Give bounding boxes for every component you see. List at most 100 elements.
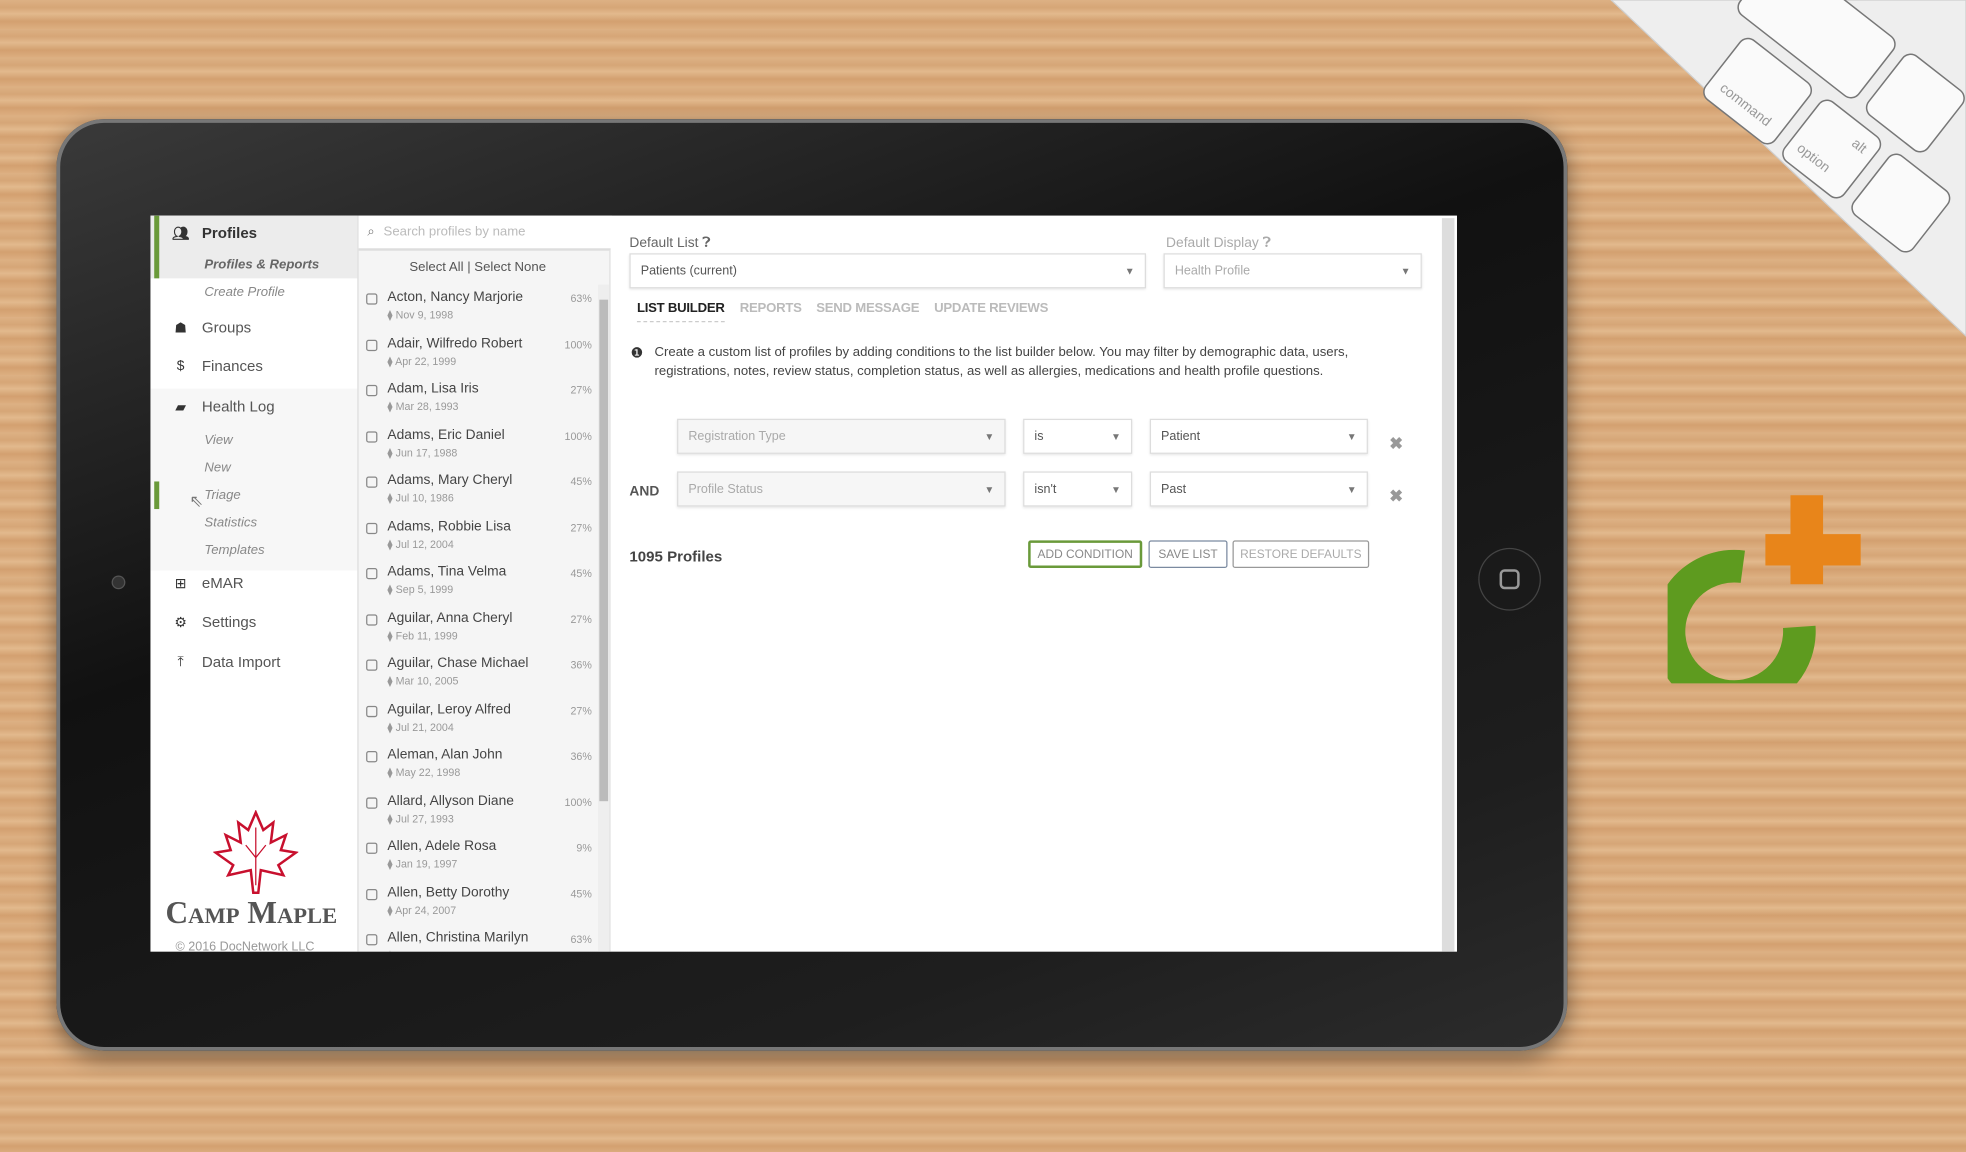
nav-profiles-reports[interactable]: Profiles & Reports	[204, 257, 319, 272]
app-screen: 👥︎ Profiles Profiles & Reports Create Pro…	[150, 215, 1457, 952]
condition-value-select[interactable]: Past ▼	[1149, 471, 1368, 507]
select-all-link[interactable]: Select All	[409, 260, 463, 275]
nav-settings[interactable]: ⚙ Settings	[150, 604, 357, 639]
profile-row[interactable]: Allen, Christina Marilyn ⧫ 63%	[359, 927, 597, 952]
row-checkbox[interactable]	[366, 293, 378, 305]
profile-name[interactable]: Allen, Betty Dorothy	[387, 885, 509, 900]
row-checkbox[interactable]	[366, 796, 378, 809]
row-checkbox[interactable]	[366, 659, 378, 671]
profile-row[interactable]: Adams, Tina Velma ⧫ Sep 5, 1999 45%	[359, 560, 597, 605]
profile-dob: ⧫ May 22, 1998	[387, 766, 460, 780]
nav-hl-statistics[interactable]: Statistics	[204, 515, 257, 530]
nav-finances[interactable]: $ Finances	[150, 349, 357, 384]
dob-text: Jan 19, 1997	[395, 857, 458, 871]
restore-defaults-button[interactable]: RESTORE DEFAULTS	[1232, 540, 1370, 568]
default-display-select[interactable]: Health Profile ▼	[1163, 253, 1422, 289]
profile-dob: ⧫ Apr 22, 1999	[387, 354, 456, 368]
row-checkbox[interactable]	[366, 384, 378, 397]
home-button[interactable]	[1479, 549, 1540, 610]
nav-health-log[interactable]: ▰ Health Log	[150, 389, 357, 424]
profile-row[interactable]: Adams, Eric Daniel ⧫ Jun 17, 1988 100%	[359, 423, 597, 468]
profile-name[interactable]: Adams, Tina Velma	[387, 564, 506, 579]
profile-row[interactable]: Adam, Lisa Iris ⧫ Mar 28, 1993 27%	[359, 377, 597, 422]
select-none-link[interactable]: Select None	[474, 260, 546, 275]
profile-row[interactable]: Aguilar, Leroy Alfred ⧫ Jul 21, 2004 27%	[359, 698, 597, 743]
profile-name[interactable]: Adair, Wilfredo Robert	[387, 335, 522, 350]
profile-name[interactable]: Allen, Adele Rosa	[387, 839, 496, 854]
condition-operator-select[interactable]: is ▼	[1023, 418, 1133, 454]
completion-percent: 36%	[570, 749, 592, 763]
row-checkbox[interactable]	[366, 888, 378, 900]
select-value: Profile Status	[688, 482, 763, 496]
select-value: Patient	[1161, 429, 1201, 444]
remove-condition-icon[interactable]: ✖	[1389, 434, 1403, 454]
profile-row[interactable]: Adams, Robbie Lisa ⧫ Jul 12, 2004 27%	[359, 515, 597, 560]
separator: |	[467, 259, 471, 275]
row-checkbox[interactable]	[366, 522, 378, 534]
search-input[interactable]: ⌕ Search profiles by name	[358, 215, 612, 251]
profile-row[interactable]: Aguilar, Chase Michael ⧫ Mar 10, 2005 36…	[359, 652, 597, 697]
list-scrollbar[interactable]	[598, 284, 610, 952]
save-list-button[interactable]: SAVE LIST	[1148, 540, 1228, 568]
help-icon[interactable]: ❓︎	[1263, 236, 1271, 251]
profile-name[interactable]: Adams, Robbie Lisa	[387, 518, 510, 533]
profile-name[interactable]: Allard, Allyson Diane	[387, 793, 513, 808]
profile-row[interactable]: Aleman, Alan John ⧫ May 22, 1998 36%	[359, 744, 597, 789]
condition-operator-select[interactable]: isn't ▼	[1023, 471, 1133, 507]
nav-hl-triage[interactable]: Triage	[204, 488, 240, 503]
nav-emar[interactable]: ⊞ eMAR	[150, 565, 357, 600]
select-value: Health Profile	[1174, 263, 1251, 278]
profile-row[interactable]: Allen, Adele Rosa ⧫ Jan 19, 1997 9%	[359, 835, 597, 880]
nav-hl-new[interactable]: New	[204, 460, 230, 475]
profile-name[interactable]: Adams, Mary Cheryl	[387, 473, 512, 488]
nav-label: Finances	[201, 357, 263, 375]
profile-row[interactable]: Allen, Betty Dorothy ⧫ Apr 24, 2007 45%	[359, 881, 597, 926]
profile-name[interactable]: Aguilar, Leroy Alfred	[387, 702, 510, 717]
nav-profiles[interactable]: 👥︎ Profiles	[150, 216, 357, 251]
gear-icon: ⚙	[174, 615, 187, 631]
nav-create-profile[interactable]: Create Profile	[204, 285, 284, 300]
row-checkbox[interactable]	[366, 751, 378, 763]
row-checkbox[interactable]	[366, 842, 378, 854]
profile-row[interactable]: Adams, Mary Cheryl ⧫ Jul 10, 1986 45%	[359, 469, 597, 514]
condition-value-select[interactable]: Patient ▼	[1149, 418, 1368, 454]
profile-row[interactable]: Aguilar, Anna Cheryl ⧫ Feb 11, 1999 27%	[359, 606, 597, 651]
tab-reports[interactable]: REPORTS	[740, 301, 802, 316]
profile-name[interactable]: Adams, Eric Daniel	[387, 427, 504, 442]
profile-row[interactable]: Allard, Allyson Diane ⧫ Jul 27, 1993 100…	[359, 789, 597, 834]
row-checkbox[interactable]	[366, 567, 378, 580]
row-checkbox[interactable]	[366, 476, 378, 488]
profile-name[interactable]: Acton, Nancy Marjorie	[387, 290, 523, 305]
row-checkbox[interactable]	[366, 430, 378, 442]
gender-icon: ⧫	[387, 811, 393, 825]
help-icon[interactable]: ❓︎	[702, 236, 710, 251]
profile-name[interactable]: Allen, Christina Marilyn	[387, 930, 528, 945]
row-checkbox[interactable]	[366, 934, 378, 946]
profile-name[interactable]: Aleman, Alan John	[387, 747, 502, 762]
add-condition-button[interactable]: ADD CONDITION	[1028, 540, 1143, 568]
profile-row[interactable]: Adair, Wilfredo Robert ⧫ Apr 22, 1999 10…	[359, 332, 597, 377]
tab-list-builder[interactable]: LIST BUILDER	[636, 301, 725, 323]
nav-data-import[interactable]: ⤒ Data Import	[150, 644, 357, 679]
profile-name[interactable]: Aguilar, Anna Cheryl	[387, 610, 512, 625]
profile-row[interactable]: Acton, Nancy Marjorie ⧫ Nov 9, 1998 63%	[359, 286, 597, 331]
scrollbar-thumb[interactable]	[599, 299, 609, 802]
book-icon: ▰	[175, 399, 186, 415]
nav-hl-templates[interactable]: Templates	[204, 543, 264, 558]
nav-groups[interactable]: ☗ Groups	[150, 310, 357, 345]
row-checkbox[interactable]	[366, 339, 378, 351]
remove-condition-icon[interactable]: ✖	[1389, 486, 1403, 506]
dob-text: Sep 5, 1999	[395, 583, 454, 596]
tab-update-reviews[interactable]: UPDATE REVIEWS	[934, 301, 1048, 316]
tab-send-message[interactable]: SEND MESSAGE	[816, 301, 919, 316]
nav-hl-view[interactable]: View	[204, 433, 232, 448]
row-checkbox[interactable]	[366, 613, 378, 626]
dob-text: Apr 24, 2007	[395, 903, 457, 916]
main-scrollbar[interactable]	[1441, 218, 1455, 952]
condition-field-select[interactable]: Profile Status ▼	[677, 471, 1006, 507]
profile-name[interactable]: Adam, Lisa Iris	[387, 381, 478, 396]
condition-field-select[interactable]: Registration Type ▼	[677, 418, 1006, 454]
profile-name[interactable]: Aguilar, Chase Michael	[387, 656, 528, 671]
default-list-select[interactable]: Patients (current) ▼	[629, 253, 1147, 289]
row-checkbox[interactable]	[366, 705, 378, 717]
